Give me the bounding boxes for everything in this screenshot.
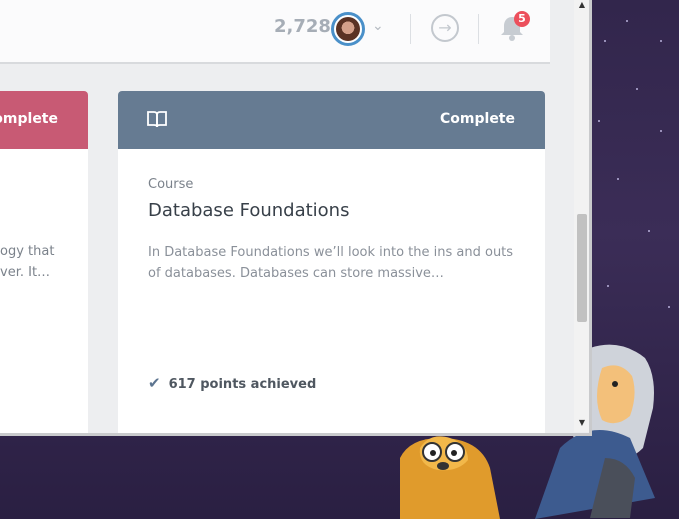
points-achieved: ✔ 617 points achieved — [148, 374, 317, 392]
avatar[interactable] — [331, 12, 365, 46]
points-total: 2,728 — [274, 16, 331, 37]
scroll-down-icon[interactable]: ▼ — [574, 418, 589, 428]
course-card-database-foundations[interactable]: Complete Course Database Foundations In … — [118, 91, 545, 433]
arrow-right-circle-icon[interactable]: → — [431, 14, 459, 42]
browser-window: 2,728 ⌄ → 5 Complete ogy that ver. It… C… — [0, 0, 592, 436]
course-card-left[interactable]: Complete ogy that ver. It… — [0, 91, 88, 433]
notification-badge: 5 — [514, 11, 530, 27]
card-description: In Database Foundations we’ll look into … — [148, 245, 514, 281]
card-title[interactable]: Database Foundations — [148, 200, 349, 221]
card-description: ogy that ver. It… — [0, 244, 55, 280]
status-label: Complete — [0, 111, 58, 127]
card-header: Complete — [118, 91, 545, 149]
card-header: Complete — [0, 91, 88, 149]
card-type: Course — [148, 177, 194, 192]
status-label: Complete — [440, 111, 515, 127]
scroll-up-icon[interactable]: ▲ — [574, 0, 589, 10]
scrollbar-thumb[interactable] — [577, 214, 587, 322]
check-icon: ✔ — [148, 374, 161, 392]
top-header: 2,728 ⌄ → 5 — [0, 0, 550, 64]
book-icon — [147, 111, 167, 128]
chevron-down-icon[interactable]: ⌄ — [372, 18, 384, 34]
